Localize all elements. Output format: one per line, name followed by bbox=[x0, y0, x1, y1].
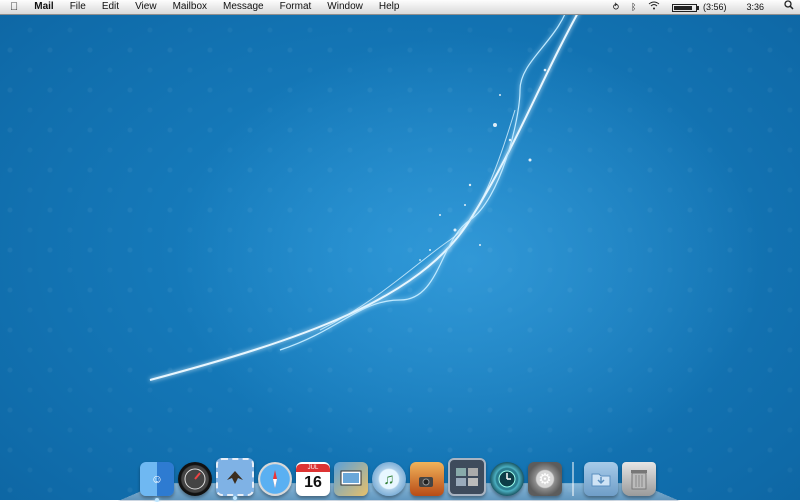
dock-trash-icon[interactable] bbox=[622, 462, 656, 496]
spotlight-icon[interactable] bbox=[778, 0, 800, 14]
menu-edit[interactable]: Edit bbox=[94, 0, 127, 14]
menu-message[interactable]: Message bbox=[215, 0, 272, 14]
dock-iphoto-icon[interactable] bbox=[334, 462, 368, 496]
clock[interactable]: 3:36 bbox=[732, 0, 778, 14]
running-indicator bbox=[233, 496, 237, 500]
menu-bar:  Mail File Edit View Mailbox Message Fo… bbox=[0, 0, 800, 15]
ical-month: JUL bbox=[296, 464, 330, 472]
dock-itunes-icon[interactable]: ♫ bbox=[372, 462, 406, 496]
wifi-icon[interactable] bbox=[642, 0, 666, 14]
battery-time: (3:56) bbox=[702, 2, 727, 12]
battery-status[interactable]: (3:56) bbox=[666, 0, 732, 14]
battery-icon bbox=[672, 3, 700, 12]
dock: ☺ JUL 16 ♫ ⚙ bbox=[140, 452, 660, 502]
menu-file[interactable]: File bbox=[62, 0, 94, 14]
menu-view[interactable]: View bbox=[127, 0, 165, 14]
dock-mail-icon[interactable] bbox=[216, 458, 254, 500]
dock-ical-icon[interactable]: JUL 16 bbox=[296, 462, 330, 496]
dock-dashboard-icon[interactable] bbox=[178, 462, 212, 496]
dock-system-preferences-icon[interactable]: ⚙ bbox=[528, 462, 562, 496]
apple-menu-icon[interactable]:  bbox=[0, 0, 26, 14]
ical-day: 16 bbox=[304, 474, 322, 491]
dock-finder-icon[interactable]: ☺ bbox=[140, 462, 174, 502]
app-menu-mail[interactable]: Mail bbox=[26, 0, 61, 14]
menu-extras: ⥁ ᛒ (3:56) 3:36 bbox=[607, 0, 800, 14]
dock-spaces-icon[interactable] bbox=[448, 458, 486, 496]
menu-window[interactable]: Window bbox=[319, 0, 371, 14]
dock-imovie-icon[interactable] bbox=[410, 462, 444, 496]
desktop-background bbox=[0, 0, 800, 500]
menu-mailbox[interactable]: Mailbox bbox=[165, 0, 215, 14]
bluetooth-icon[interactable]: ᛒ bbox=[625, 0, 642, 14]
menu-format[interactable]: Format bbox=[272, 0, 320, 14]
menu-help[interactable]: Help bbox=[371, 0, 408, 14]
wallpaper-light-swirl bbox=[149, 0, 586, 381]
running-indicator bbox=[155, 498, 159, 502]
dock-downloads-stack-icon[interactable] bbox=[584, 462, 618, 496]
dock-safari-icon[interactable] bbox=[258, 462, 292, 496]
time-machine-status-icon[interactable]: ⥁ bbox=[607, 0, 625, 14]
dock-time-machine-icon[interactable] bbox=[490, 462, 524, 496]
dock-separator bbox=[572, 462, 574, 496]
